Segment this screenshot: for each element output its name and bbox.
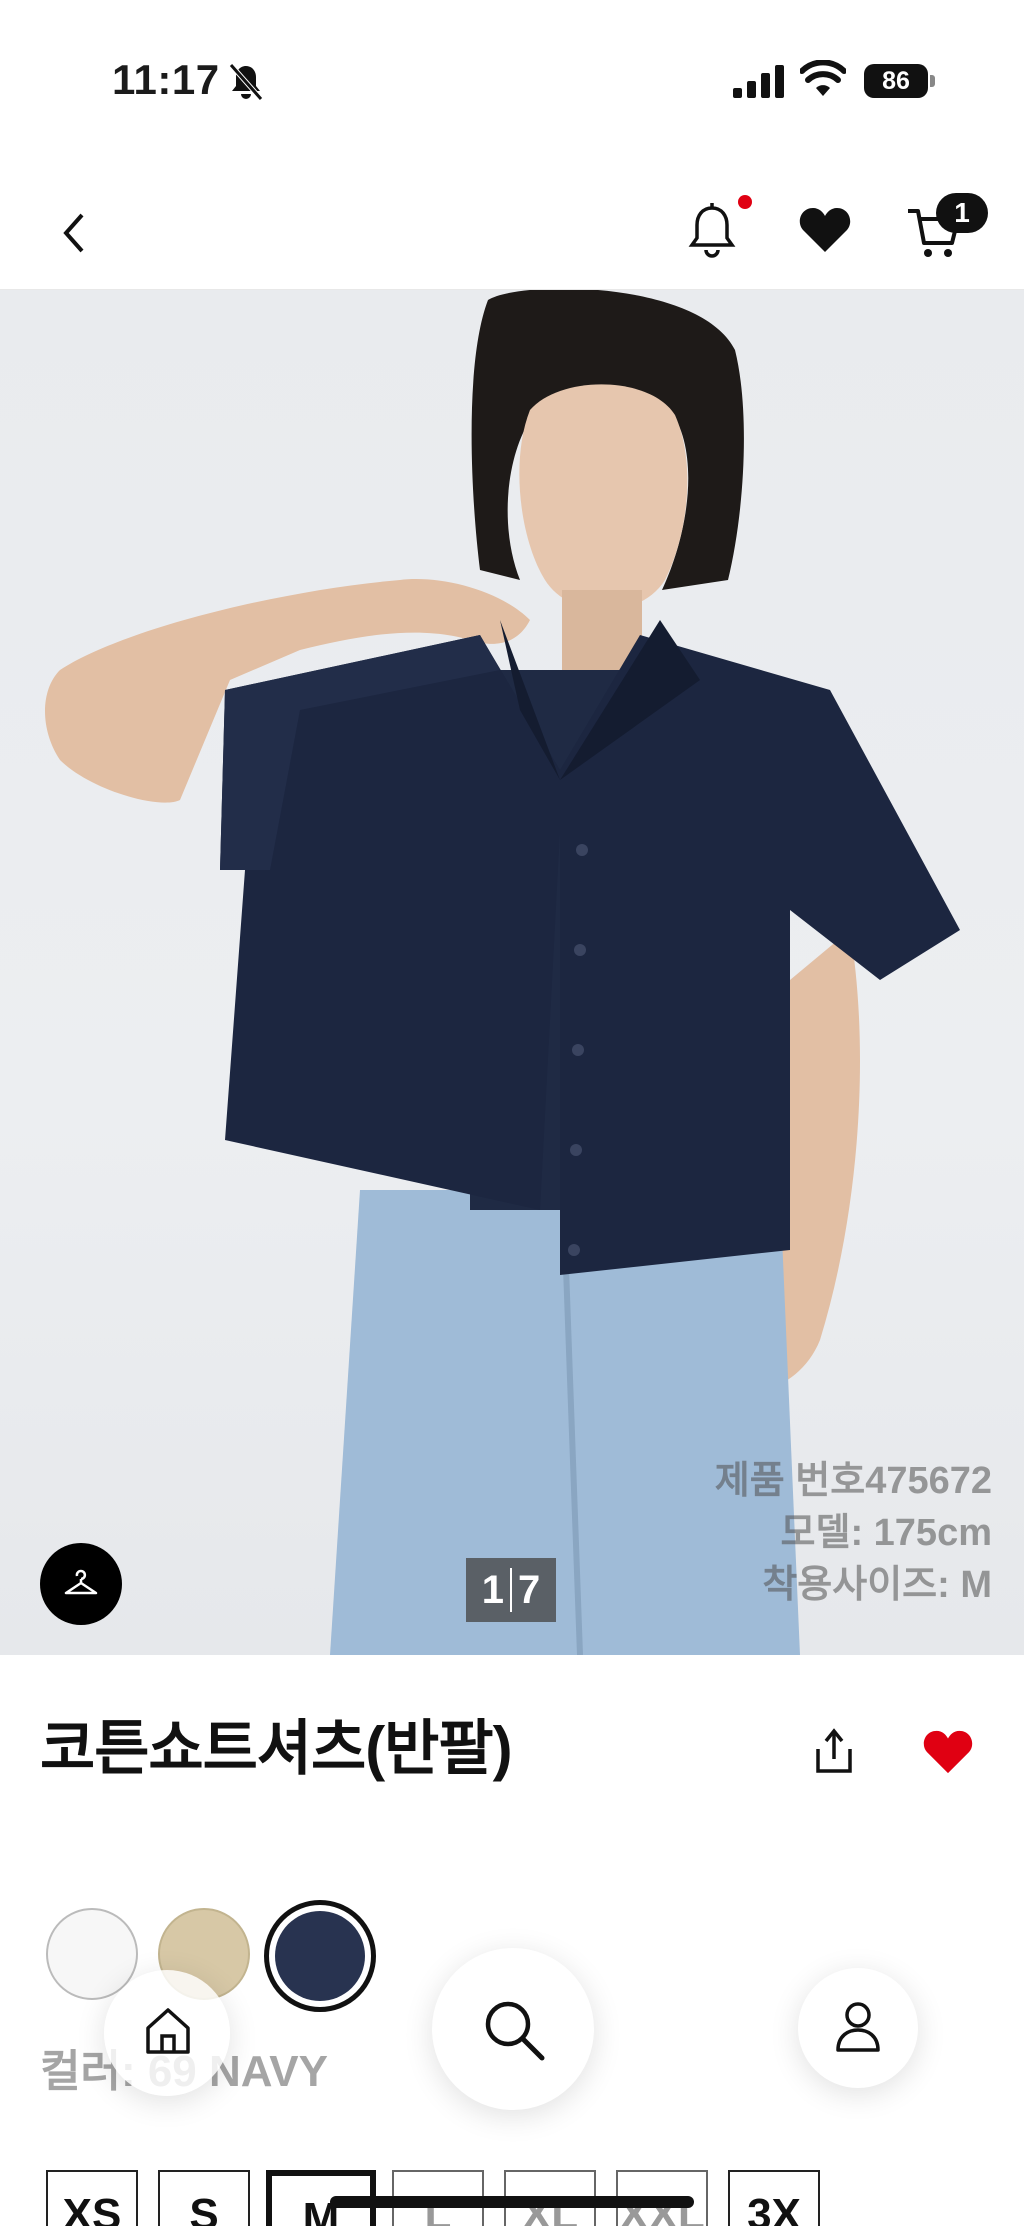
status-time: 11:17 <box>112 56 220 103</box>
search-icon <box>485 2001 545 2061</box>
search-button[interactable] <box>432 1948 594 2110</box>
account-button[interactable] <box>798 1968 918 2088</box>
notification-dot <box>738 195 752 209</box>
wifi-icon <box>800 60 846 96</box>
home-icon <box>146 2008 190 2054</box>
total-pages: 7 <box>518 1567 541 1612</box>
back-icon[interactable] <box>56 209 92 257</box>
battery-level: 86 <box>864 64 928 98</box>
home-indicator <box>330 2196 694 2208</box>
product-image-carousel[interactable]: 제품 번호475672 모델: 175cm 착용사이즈: M 1 7 <box>0 290 1024 1655</box>
nav-header: 1 <box>0 165 1024 290</box>
product-info-overlay: 제품 번호475672 모델: 175cm 착용사이즈: M <box>715 1455 992 1611</box>
bell-icon[interactable] <box>684 200 740 260</box>
product-number-text: 제품 번호475672 <box>714 1460 992 1502</box>
home-button[interactable] <box>104 1970 230 2096</box>
size-option-s[interactable]: S <box>158 2170 250 2226</box>
product-title: 코튼쇼트셔츠(반팔) <box>40 1715 513 1782</box>
product-photo <box>45 290 960 1655</box>
current-page: 1 <box>481 1567 504 1612</box>
size-option-3x[interactable]: 3X <box>728 2170 820 2226</box>
model-height-text: 모델: 175cm <box>780 1512 992 1554</box>
battery-indicator: 86 <box>864 64 935 98</box>
color-swatch-navy-fill <box>275 1911 365 2001</box>
user-icon <box>836 2002 880 2052</box>
bell-off-icon <box>229 63 263 101</box>
share-icon[interactable] <box>810 1725 858 1777</box>
heart-icon[interactable] <box>798 205 852 255</box>
cart-count-badge: 1 <box>936 193 988 233</box>
size-option-xs[interactable]: XS <box>46 2170 138 2226</box>
color-swatch-navy-selected[interactable] <box>264 1900 376 2012</box>
hanger-icon <box>64 1569 98 1595</box>
model-size-text: 착용사이즈: M <box>762 1564 992 1606</box>
status-bar: 11:17 86 <box>0 0 1024 165</box>
signal-icon <box>733 65 784 98</box>
favorite-heart-icon[interactable] <box>922 1728 974 1776</box>
image-page-indicator: 1 7 <box>466 1558 556 1622</box>
fitting-button[interactable] <box>40 1543 122 1625</box>
